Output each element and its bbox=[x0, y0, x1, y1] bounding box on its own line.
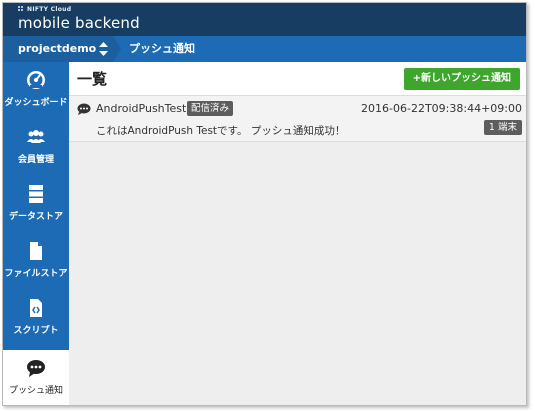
sidebar-item-members[interactable]: 会員管理 bbox=[3, 119, 69, 176]
sidebar: ダッシュボード 会員管理 データストア ファイルストア スクリプト プッシュ通知 bbox=[3, 62, 69, 405]
database-icon bbox=[29, 185, 43, 203]
breadcrumb-current: プッシュ通知 bbox=[129, 42, 195, 55]
chat-bubble-icon bbox=[27, 360, 45, 377]
sort-updown-icon bbox=[99, 42, 108, 56]
project-selector[interactable]: projectdemo bbox=[3, 36, 113, 62]
users-icon bbox=[27, 130, 45, 143]
sidebar-item-filestore[interactable]: ファイルストア bbox=[3, 233, 69, 290]
sidebar-item-dashboard[interactable]: ダッシュボード bbox=[3, 62, 69, 119]
sidebar-item-datastore[interactable]: データストア bbox=[3, 176, 69, 233]
top-header: NIFTY Cloud mobile backend bbox=[3, 3, 526, 36]
sidebar-item-label: スクリプト bbox=[13, 326, 59, 336]
sidebar-item-label: プッシュ通知 bbox=[8, 386, 63, 396]
sidebar-item-label: ファイルストア bbox=[4, 269, 68, 279]
breadcrumb: projectdemo プッシュ通知 bbox=[3, 36, 526, 62]
message-timestamp: 2016-06-22T09:38:44+09:00 bbox=[361, 102, 522, 115]
status-badge: 配信済み bbox=[187, 101, 234, 116]
brand-small: NIFTY Cloud bbox=[18, 6, 71, 13]
brand-logo[interactable]: mobile backend bbox=[18, 14, 140, 32]
main-header: 一覧 +新しいプッシュ通知 bbox=[69, 62, 526, 96]
nifty-logo-icon bbox=[18, 6, 25, 12]
sidebar-item-push[interactable]: プッシュ通知 bbox=[3, 350, 69, 405]
dashboard-icon bbox=[27, 71, 45, 89]
sidebar-item-label: データストア bbox=[8, 212, 63, 222]
message-title: AndroidPushTest bbox=[96, 102, 187, 115]
list-item[interactable]: AndroidPushTest 配信済み 2016-06-22T09:38:44… bbox=[69, 96, 526, 142]
brand-small-text: NIFTY Cloud bbox=[27, 6, 72, 13]
breadcrumb-separator bbox=[113, 36, 121, 62]
new-push-button[interactable]: +新しいプッシュ通知 bbox=[403, 68, 520, 90]
main-content: 一覧 +新しいプッシュ通知 AndroidPushTest 配信済み 2016-… bbox=[69, 62, 526, 405]
script-icon bbox=[30, 299, 42, 317]
sidebar-item-label: ダッシュボード bbox=[4, 98, 68, 108]
message-body: これはAndroidPush Testです。 プッシュ通知成功！ bbox=[96, 125, 346, 137]
app-window: NIFTY Cloud mobile backend projectdemo プ… bbox=[2, 2, 527, 406]
sidebar-item-script[interactable]: スクリプト bbox=[3, 290, 69, 347]
file-icon bbox=[30, 242, 42, 260]
sidebar-item-label: 会員管理 bbox=[17, 155, 54, 165]
project-name: projectdemo bbox=[18, 42, 97, 55]
page-title: 一覧 bbox=[77, 70, 108, 88]
device-count-badge: 1 端末 bbox=[483, 120, 522, 135]
chat-bubble-icon bbox=[77, 103, 91, 115]
